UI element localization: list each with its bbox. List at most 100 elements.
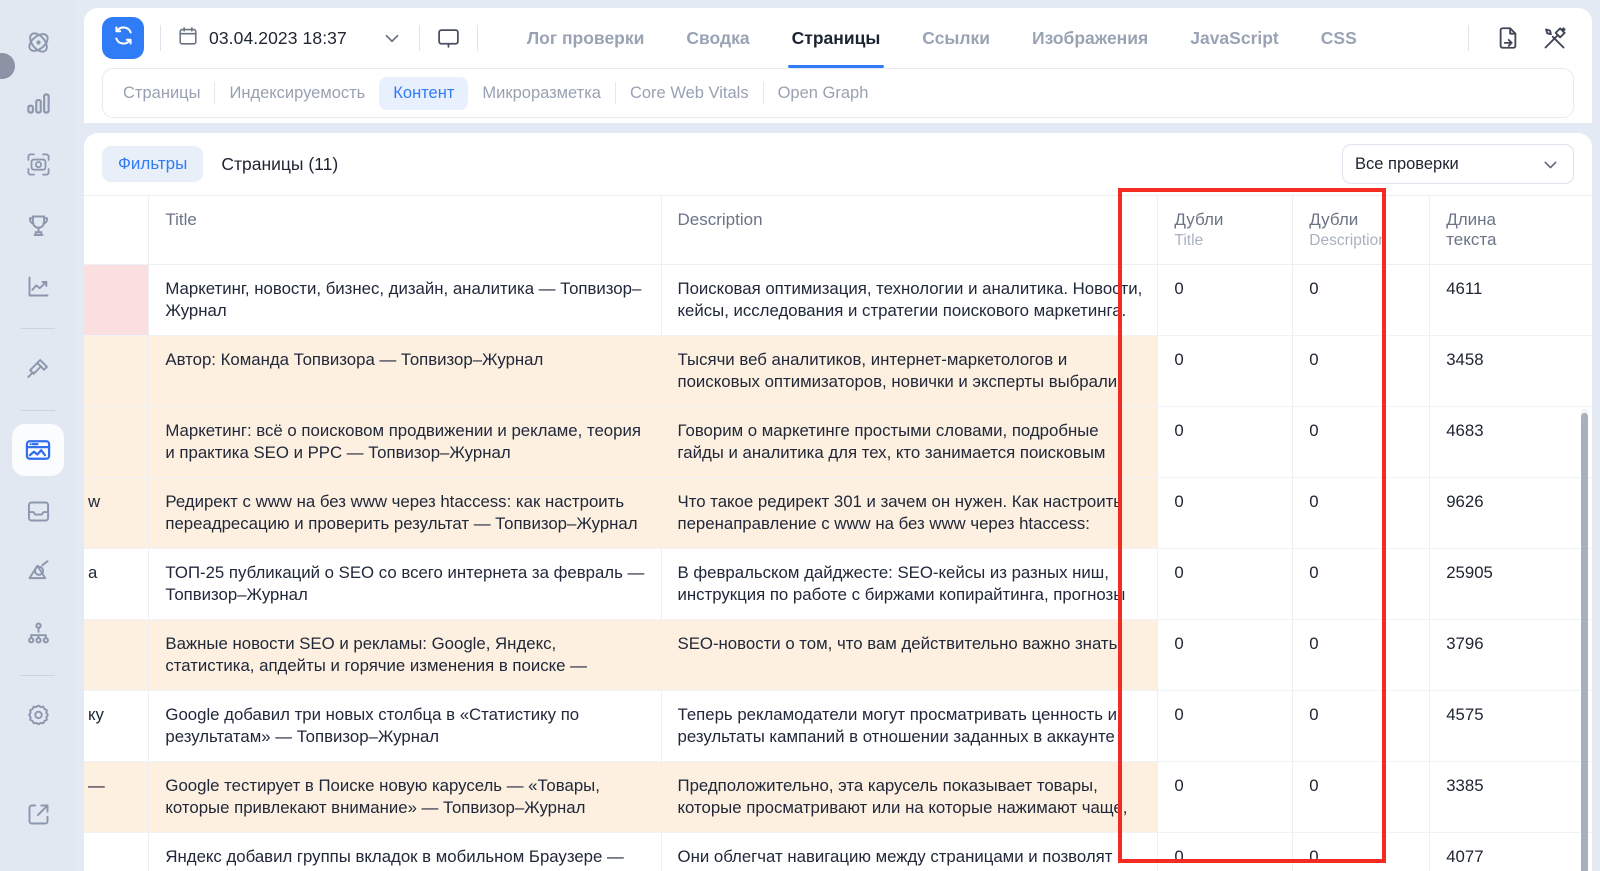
cell-title-text: Google добавил три новых столбца в «Стат… (165, 705, 580, 747)
cell-text-length: 4575 (1429, 690, 1592, 763)
cell-title-text: Автор: Команда Топвизора — Топвизор–Журн… (165, 350, 544, 370)
cell-title-text: Яндекс добавил группы вкладок в мобильно… (165, 847, 624, 871)
subtab-open-graph[interactable]: Open Graph (764, 77, 883, 110)
cell-text-length: 9626 (1429, 477, 1592, 550)
filters-button[interactable]: Фильтры (102, 146, 204, 182)
sidebar-item-open-external[interactable] (12, 788, 64, 840)
main-area: 03.04.2023 18:37 Лог проверки Сводка Стр… (76, 0, 1600, 871)
table-row[interactable]: Маркетинг: всё о поисковом продвижении и… (84, 406, 1592, 479)
col-header-title[interactable]: Title (148, 194, 662, 266)
tab-images-label: Изображения (1032, 27, 1149, 48)
col-header-dup-description[interactable]: Дубли Description (1292, 194, 1430, 266)
col-header-dup-description-sub: Description (1309, 232, 1387, 249)
row-overflow-cell (84, 335, 149, 408)
subtab-indexability[interactable]: Индексируемость (215, 77, 379, 110)
checks-select[interactable]: Все проверки (1342, 144, 1574, 184)
subtab-core-web-vitals[interactable]: Core Web Vitals (616, 77, 763, 110)
table-row[interactable]: Яндекс добавил группы вкладок в мобильно… (84, 832, 1592, 871)
cell-description: Тысячи веб аналитиков, интернет-маркетол… (660, 335, 1158, 408)
subtab-microdata[interactable]: Микроразметка (468, 77, 615, 110)
sidebar-item-atom[interactable] (12, 16, 64, 68)
cell-text-length: 3385 (1429, 761, 1592, 834)
col-header-dup-title[interactable]: Дубли Title (1157, 194, 1293, 266)
table-row[interactable]: w Редирект с www на без www через htacces… (84, 477, 1592, 550)
sidebar-item-reports[interactable] (12, 485, 64, 537)
cell-description-text: Говорим о маркетинге простыми словами, п… (677, 421, 1106, 463)
cell-description: Предположительно, эта карусель показывае… (660, 761, 1158, 834)
vertical-scrollbar-thumb[interactable] (1581, 413, 1588, 871)
tab-summary[interactable]: Сводка (665, 9, 770, 68)
cell-dup-description: 0 (1292, 548, 1430, 621)
tab-log[interactable]: Лог проверки (506, 9, 666, 68)
sidebar-item-positions[interactable] (12, 199, 64, 251)
col-header-dup-title-main: Дубли (1174, 210, 1224, 229)
cell-title-text: ТОП-25 публикаций о SEO со всего интерне… (165, 563, 645, 605)
cell-description-text: Тысячи веб аналитиков, интернет-маркетол… (677, 350, 1118, 392)
tab-css[interactable]: CSS (1300, 9, 1378, 68)
cell-dup-title: 0 (1157, 619, 1293, 692)
col-header-text-length[interactable]: Длина текста (1429, 194, 1592, 266)
sidebar-divider (21, 328, 55, 329)
tab-javascript[interactable]: JavaScript (1169, 9, 1300, 68)
cell-dup-description: 0 (1292, 690, 1430, 763)
cell-text-length: 3458 (1429, 335, 1592, 408)
cell-dup-title: 0 (1157, 406, 1293, 479)
table-row[interactable]: а ТОП-25 публикаций о SEO со всего интерн… (84, 548, 1592, 621)
sidebar-item-settings[interactable] (12, 689, 64, 741)
cell-text-length: 4611 (1429, 264, 1592, 337)
main-tabs: Лог проверки Сводка Страницы Ссылки Изоб… (506, 9, 1378, 68)
cell-dup-description: 0 (1292, 761, 1430, 834)
bar-chart-icon (25, 90, 52, 117)
table-row[interactable]: Важные новости SEO и рекламы: Google, Ян… (84, 619, 1592, 692)
row-overflow-cell (84, 406, 149, 479)
sidebar-item-dynamics[interactable] (12, 260, 64, 312)
pages-table-wrap: Title Description Дубли Title Дубли Desc… (84, 194, 1592, 871)
page-analyzer-icon (24, 436, 52, 464)
tab-images[interactable]: Изображения (1011, 9, 1169, 68)
sidebar-divider-3 (21, 675, 55, 676)
cell-title-text: Маркетинг, новости, бизнес, дизайн, анал… (165, 279, 642, 321)
calendar-icon (177, 25, 199, 52)
col-header-description[interactable]: Description (660, 194, 1158, 266)
cell-dup-description: 0 (1292, 832, 1430, 871)
tab-pages[interactable]: Страницы (771, 9, 902, 68)
sidebar-item-monitoring[interactable] (12, 546, 64, 598)
row-overflow-cell (84, 619, 149, 692)
cell-dup-title: 0 (1157, 264, 1293, 337)
monitor-icon[interactable] (436, 26, 461, 51)
cell-title: Google добавил три новых столбца в «Стат… (148, 690, 662, 763)
sidebar-item-audit[interactable] (12, 342, 64, 394)
sidebar-item-page-analyzer[interactable] (12, 424, 64, 476)
export-icon[interactable] (1495, 25, 1521, 51)
cell-title-text: Редирект с www на без www через htaccess… (165, 492, 638, 534)
refresh-button[interactable] (102, 17, 144, 59)
col-header-overflow (84, 194, 149, 266)
sidebar-item-snapshots[interactable] (12, 138, 64, 190)
tab-links[interactable]: Ссылки (901, 9, 1011, 68)
date-dropdown-toggle[interactable] (381, 27, 403, 49)
cell-title: Маркетинг: всё о поисковом продвижении и… (148, 406, 662, 479)
col-header-dup-title-sub: Title (1174, 232, 1204, 249)
tab-links-label: Ссылки (922, 27, 991, 48)
toolbar-divider-2 (418, 25, 420, 51)
tools-icon[interactable] (1541, 25, 1568, 52)
cell-dup-title: 0 (1157, 690, 1293, 763)
date-selector[interactable]: 03.04.2023 18:37 (177, 25, 347, 52)
sidebar-item-structure[interactable] (12, 607, 64, 659)
subtab-pages[interactable]: Страницы (109, 77, 214, 110)
col-header-text-length-line1: Длина (1446, 210, 1496, 229)
table-row[interactable]: Автор: Команда Топвизора — Топвизор–Журн… (84, 335, 1592, 408)
cell-description-text: Теперь рекламодатели могут просматривать… (677, 705, 1118, 747)
pages-count-label: Страницы (11) (221, 153, 339, 174)
cell-text-length: 4683 (1429, 406, 1592, 479)
table-row[interactable]: ку Google добавил три новых столбца в «Ст… (84, 690, 1592, 763)
subtab-content[interactable]: Контент (379, 76, 469, 110)
cell-title: Google тестирует в Поиске новую карусель… (148, 761, 662, 834)
table-row[interactable]: Маркетинг, новости, бизнес, дизайн, анал… (84, 264, 1592, 337)
table-row[interactable]: — Google тестирует в Поиске новую карусел… (84, 761, 1592, 834)
table-body: Маркетинг, новости, бизнес, дизайн, анал… (84, 264, 1592, 871)
chevron-down-icon (1540, 154, 1561, 175)
external-link-icon (25, 801, 52, 828)
sidebar-item-analytics[interactable] (12, 77, 64, 129)
cell-dup-title: 0 (1157, 548, 1293, 621)
